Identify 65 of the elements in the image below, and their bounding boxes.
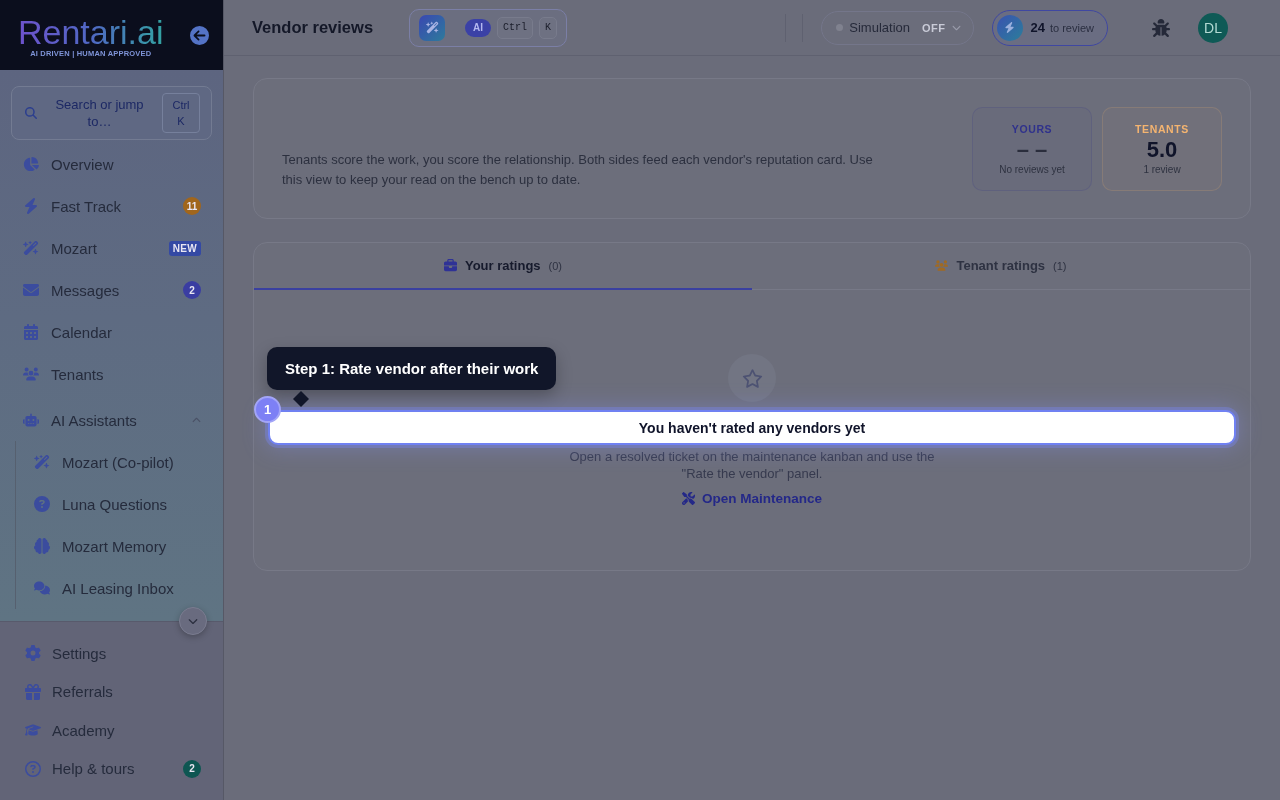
nav-link[interactable]: Referrals [0, 672, 201, 711]
search-icon [25, 107, 37, 119]
graduation-cap-icon [25, 722, 41, 739]
nav-link[interactable]: Help & tours [0, 749, 183, 788]
nav-link[interactable]: Messages [0, 269, 183, 311]
ai-label: AI [465, 18, 492, 37]
brain-icon [34, 538, 50, 554]
envelope-icon [23, 282, 39, 298]
nav-link[interactable]: Settings [0, 634, 201, 673]
shortcut-key: Ctrl [497, 16, 534, 39]
count-badge: 2 [183, 759, 201, 778]
nav-link[interactable]: Calendar [0, 311, 201, 353]
bug-icon[interactable] [1152, 18, 1170, 37]
lightning-icon [23, 198, 39, 214]
users-icon [23, 366, 39, 382]
count-badge: 11 [183, 197, 201, 215]
stat-label: YOURS [1011, 122, 1053, 135]
nav-link[interactable]: Luna Questions [16, 483, 201, 525]
calendar-icon [23, 324, 39, 340]
pie-chart-icon [23, 156, 39, 172]
help-icon [25, 760, 41, 777]
settings-icon [25, 645, 41, 662]
nav-group-toggle[interactable]: AI Assistants [0, 399, 201, 441]
collapse-button[interactable] [190, 25, 209, 45]
lightning-icon [996, 14, 1023, 41]
stat-value: 5.0 [1146, 136, 1178, 163]
nav-link[interactable]: Mozart (Co-pilot) [16, 441, 201, 483]
new-tag: NEW [168, 240, 201, 256]
robot-icon [23, 412, 39, 428]
nav-link[interactable]: Tenants [0, 353, 201, 395]
ai-command-bar[interactable]: AI Ctrl K [409, 8, 568, 47]
magic-wand-icon [34, 454, 50, 470]
simulation-toggle[interactable]: Simulation OFF [821, 10, 974, 45]
review-queue-button[interactable]: 24 to review [991, 9, 1108, 46]
chevron-down-icon [188, 616, 198, 626]
nav-link[interactable]: Fast Track [0, 185, 183, 227]
shortcut-key: K [539, 16, 558, 39]
magic-wand-icon [419, 14, 446, 41]
page-title: Vendor reviews [252, 18, 374, 37]
stat-caption: 1 review [1143, 163, 1181, 175]
user-avatar[interactable]: DL [1198, 12, 1228, 43]
shortcut-key: Ctrl K [162, 93, 200, 133]
chevron-down-icon [951, 23, 961, 32]
nav-link[interactable]: Overview [0, 143, 201, 185]
arrow-left-icon [190, 25, 209, 45]
nav-link[interactable]: AI Leasing Inbox [16, 567, 201, 609]
gift-icon [25, 683, 41, 700]
search-field[interactable]: Search or jump to… Ctrl K [11, 86, 212, 140]
tour-tooltip: Step 1: Rate vendor after their work [267, 347, 557, 390]
magic-wand-icon [23, 240, 39, 256]
summary-description: Tenants score the work, you score the relationship. Both sides feed each vendor's reputation card. Use this view to keep your read on the bench up to date. [282, 150, 874, 189]
nav-link[interactable]: Mozart [0, 227, 169, 269]
tab[interactable]: Your ratings (0) [254, 243, 752, 290]
pointer-icon [293, 391, 309, 407]
tab[interactable]: Tenant ratings (1) [752, 243, 1250, 290]
question-icon [34, 496, 50, 512]
count-badge: 2 [183, 281, 201, 299]
nav-link[interactable]: Mozart Memory [16, 525, 201, 567]
open-maintenance-link[interactable]: Open Maintenance [682, 491, 822, 506]
nav-link[interactable]: Academy [0, 711, 201, 750]
chat-icon [34, 580, 50, 596]
tools-icon [682, 492, 695, 505]
stat-label: TENANTS [1135, 122, 1189, 135]
stat-value: – – [1016, 136, 1048, 163]
step-badge: 1 [254, 396, 281, 423]
